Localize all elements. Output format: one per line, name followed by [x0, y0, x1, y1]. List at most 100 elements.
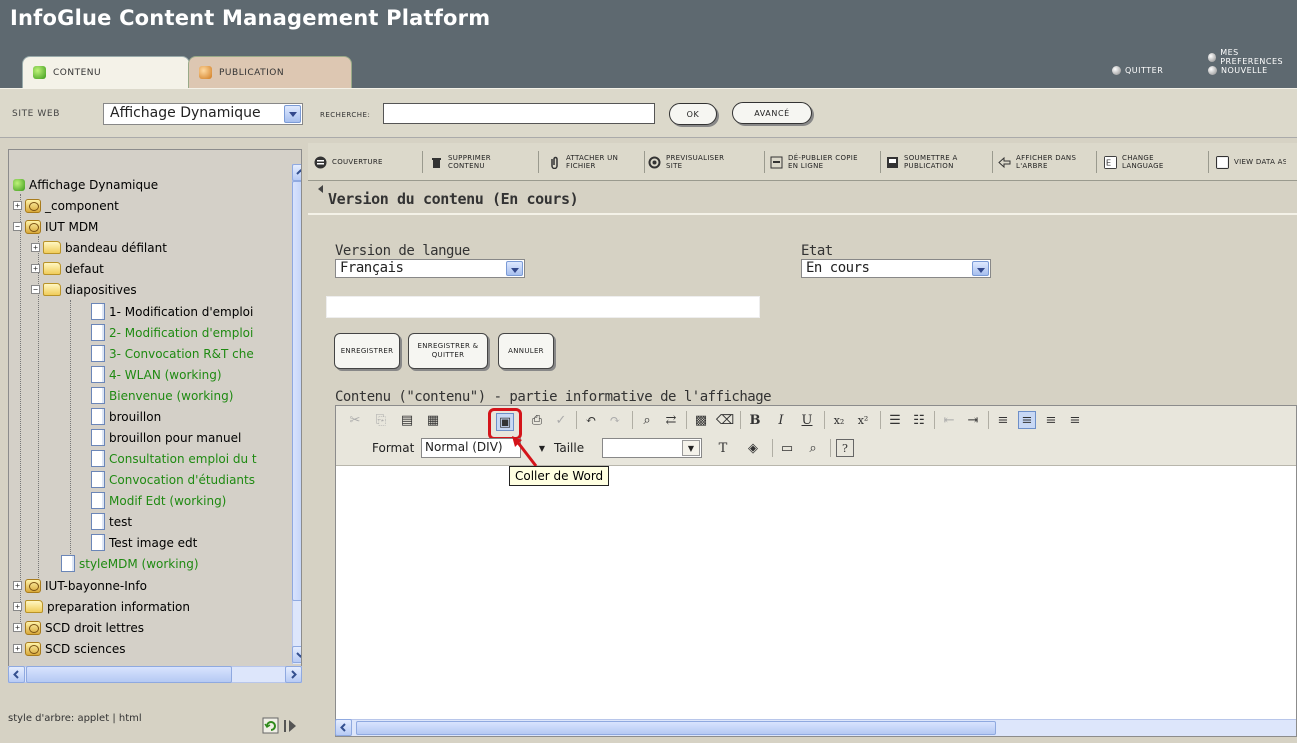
numbered-list-icon[interactable]: ☰	[886, 411, 904, 429]
chevron-down-icon[interactable]	[972, 261, 989, 276]
find-icon[interactable]: ⌕	[638, 411, 656, 429]
spellcheck-icon[interactable]: ✓	[552, 411, 570, 429]
scroll-left-icon[interactable]	[335, 719, 352, 736]
subscript-icon[interactable]: x₂	[830, 411, 848, 429]
bulleted-list-icon[interactable]: ☷	[910, 411, 928, 429]
unpublish-button[interactable]: DÉ-PUBLIER COPIE EN LIGNE	[770, 149, 878, 175]
cut-icon[interactable]: ✂	[346, 411, 364, 429]
quit-link[interactable]: QUITTER	[1112, 66, 1163, 75]
tree-item[interactable]: − diapositives	[31, 279, 137, 300]
tree-item[interactable]: 1- Modification d'emploi	[91, 301, 253, 322]
collapse-arrow-icon[interactable]	[318, 185, 323, 193]
new-window-link[interactable]: NOUVELLE	[1208, 66, 1268, 75]
expand-icon[interactable]: +	[31, 264, 40, 273]
preferences-link[interactable]: MES PREFERENCES	[1208, 48, 1297, 66]
tree-item[interactable]: Test image edt	[91, 532, 197, 553]
collapse-panel-icon[interactable]	[284, 720, 296, 732]
site-select[interactable]: Affichage Dynamique	[103, 103, 303, 125]
save-and-quit-button[interactable]: ENREGISTRER & QUITTER	[408, 333, 488, 369]
attach-file-button[interactable]: ATTACHER UN FICHIER	[548, 149, 644, 175]
tree-horizontal-scrollbar[interactable]	[8, 666, 302, 683]
scroll-right-icon[interactable]	[285, 666, 302, 683]
tree-item[interactable]: 3- Convocation R&T che	[91, 343, 254, 364]
outdent-icon[interactable]: ⇤	[940, 411, 958, 429]
justify-icon[interactable]: ≡	[1066, 411, 1084, 429]
show-in-tree-button[interactable]: AFFICHER DANS L'ARBRE	[998, 149, 1102, 175]
rich-text-editor[interactable]: ✂ ⎘ ▤ ▦ ▣ ⎙ ✓ ↶ ↷ ⌕ ⇄ ▩ ⌫ B I U x₂ x² ☰ …	[335, 405, 1297, 737]
tree-item[interactable]: + SCD droit lettres	[13, 617, 144, 638]
tab-contenu[interactable]: CONTENU	[22, 56, 190, 88]
tree-style-html-link[interactable]: html	[119, 713, 142, 724]
preview-site-button[interactable]: PREVISUALISER SITE	[648, 149, 754, 175]
advanced-search-button[interactable]: AVANCÉ	[732, 102, 812, 124]
tree-item[interactable]: styleMDM (working)	[61, 553, 199, 574]
scroll-up-icon[interactable]	[292, 164, 301, 181]
tree-item[interactable]: 4- WLAN (working)	[91, 364, 222, 385]
indent-icon[interactable]: ⇥	[964, 411, 982, 429]
cancel-button[interactable]: ANNULER	[498, 333, 554, 369]
tree-style-applet-link[interactable]: applet	[77, 713, 109, 724]
paste-text-icon[interactable]: ▦	[424, 411, 442, 429]
tree-vertical-scrollbar[interactable]	[292, 164, 301, 664]
chevron-down-icon[interactable]: ▼	[682, 440, 700, 456]
expand-icon[interactable]: +	[13, 581, 22, 590]
tree-item[interactable]: − IUT MDM	[13, 216, 98, 237]
tree-item[interactable]: + bandeau défilant	[31, 237, 167, 258]
tree-item[interactable]: Convocation d'étudiants	[91, 469, 255, 490]
tree-item[interactable]: Modif Edt (working)	[91, 490, 226, 511]
align-left-icon[interactable]: ≡	[994, 411, 1012, 429]
cover-button[interactable]: COUVERTURE	[314, 149, 383, 175]
view-xml-button[interactable]: VIEW DATA AS XML	[1216, 149, 1296, 175]
expand-icon[interactable]: +	[13, 602, 22, 611]
undo-icon[interactable]: ↶	[582, 411, 600, 429]
tree-item[interactable]: + IUT-bayonne-Info	[13, 575, 147, 596]
tree-item[interactable]: + preparation information	[13, 596, 190, 617]
ok-button[interactable]: OK	[669, 103, 717, 125]
delete-content-button[interactable]: SUPPRIMER CONTENU	[430, 149, 534, 175]
tree-item[interactable]: + defaut	[31, 258, 104, 279]
tree-item[interactable]: Bienvenue (working)	[91, 385, 233, 406]
save-button[interactable]: ENREGISTRER	[334, 333, 400, 369]
paste-icon[interactable]: ▤	[398, 411, 416, 429]
search-input[interactable]	[383, 103, 655, 124]
expand-icon[interactable]: +	[13, 644, 22, 653]
expand-icon[interactable]: +	[31, 243, 40, 252]
state-select[interactable]: En cours	[801, 259, 991, 278]
tab-publication[interactable]: PUBLICATION	[188, 56, 352, 88]
scroll-left-icon[interactable]	[8, 666, 25, 683]
chevron-down-icon[interactable]	[506, 261, 523, 276]
scroll-thumb[interactable]	[292, 181, 301, 601]
tree-item[interactable]: test	[91, 511, 132, 532]
scroll-thumb[interactable]	[356, 721, 996, 735]
show-blocks-icon[interactable]: ▭	[778, 439, 796, 457]
italic-icon[interactable]: I	[772, 411, 790, 429]
align-center-icon[interactable]: ≡	[1018, 411, 1036, 429]
scroll-down-icon[interactable]	[292, 646, 301, 663]
print-icon[interactable]: ⎙	[528, 411, 546, 429]
tree-item[interactable]: 2- Modification d'emploi	[91, 322, 253, 343]
expand-icon[interactable]: +	[13, 623, 22, 632]
background-color-icon[interactable]: ◈	[744, 439, 762, 457]
tree-item[interactable]: Consultation emploi du t	[91, 448, 257, 469]
scroll-thumb[interactable]	[26, 666, 232, 683]
superscript-icon[interactable]: x²	[854, 411, 872, 429]
redo-icon[interactable]: ↷	[606, 411, 624, 429]
refresh-icon[interactable]	[262, 717, 279, 734]
help-icon[interactable]: ?	[836, 439, 854, 457]
tree-item[interactable]: Affichage Dynamique	[13, 174, 158, 195]
replace-icon[interactable]: ⇄	[662, 411, 680, 429]
text-color-icon[interactable]: T	[714, 439, 732, 457]
tree-item[interactable]: + _component	[13, 195, 119, 216]
align-right-icon[interactable]: ≡	[1042, 411, 1060, 429]
bold-icon[interactable]: B	[746, 411, 764, 429]
collapse-icon[interactable]: −	[31, 285, 40, 294]
copy-icon[interactable]: ⎘	[372, 411, 390, 429]
tree-item[interactable]: brouillon pour manuel	[91, 427, 241, 448]
preview-icon[interactable]: ⌕	[804, 439, 822, 457]
change-language-button[interactable]: E CHANGE LANGUAGE	[1104, 149, 1200, 175]
select-all-icon[interactable]: ▩	[692, 411, 710, 429]
tree-item[interactable]: + SCD sciences	[13, 638, 125, 659]
language-select[interactable]: Français	[335, 259, 525, 278]
editor-horizontal-scrollbar[interactable]	[335, 719, 1296, 736]
collapse-icon[interactable]: −	[13, 222, 22, 231]
